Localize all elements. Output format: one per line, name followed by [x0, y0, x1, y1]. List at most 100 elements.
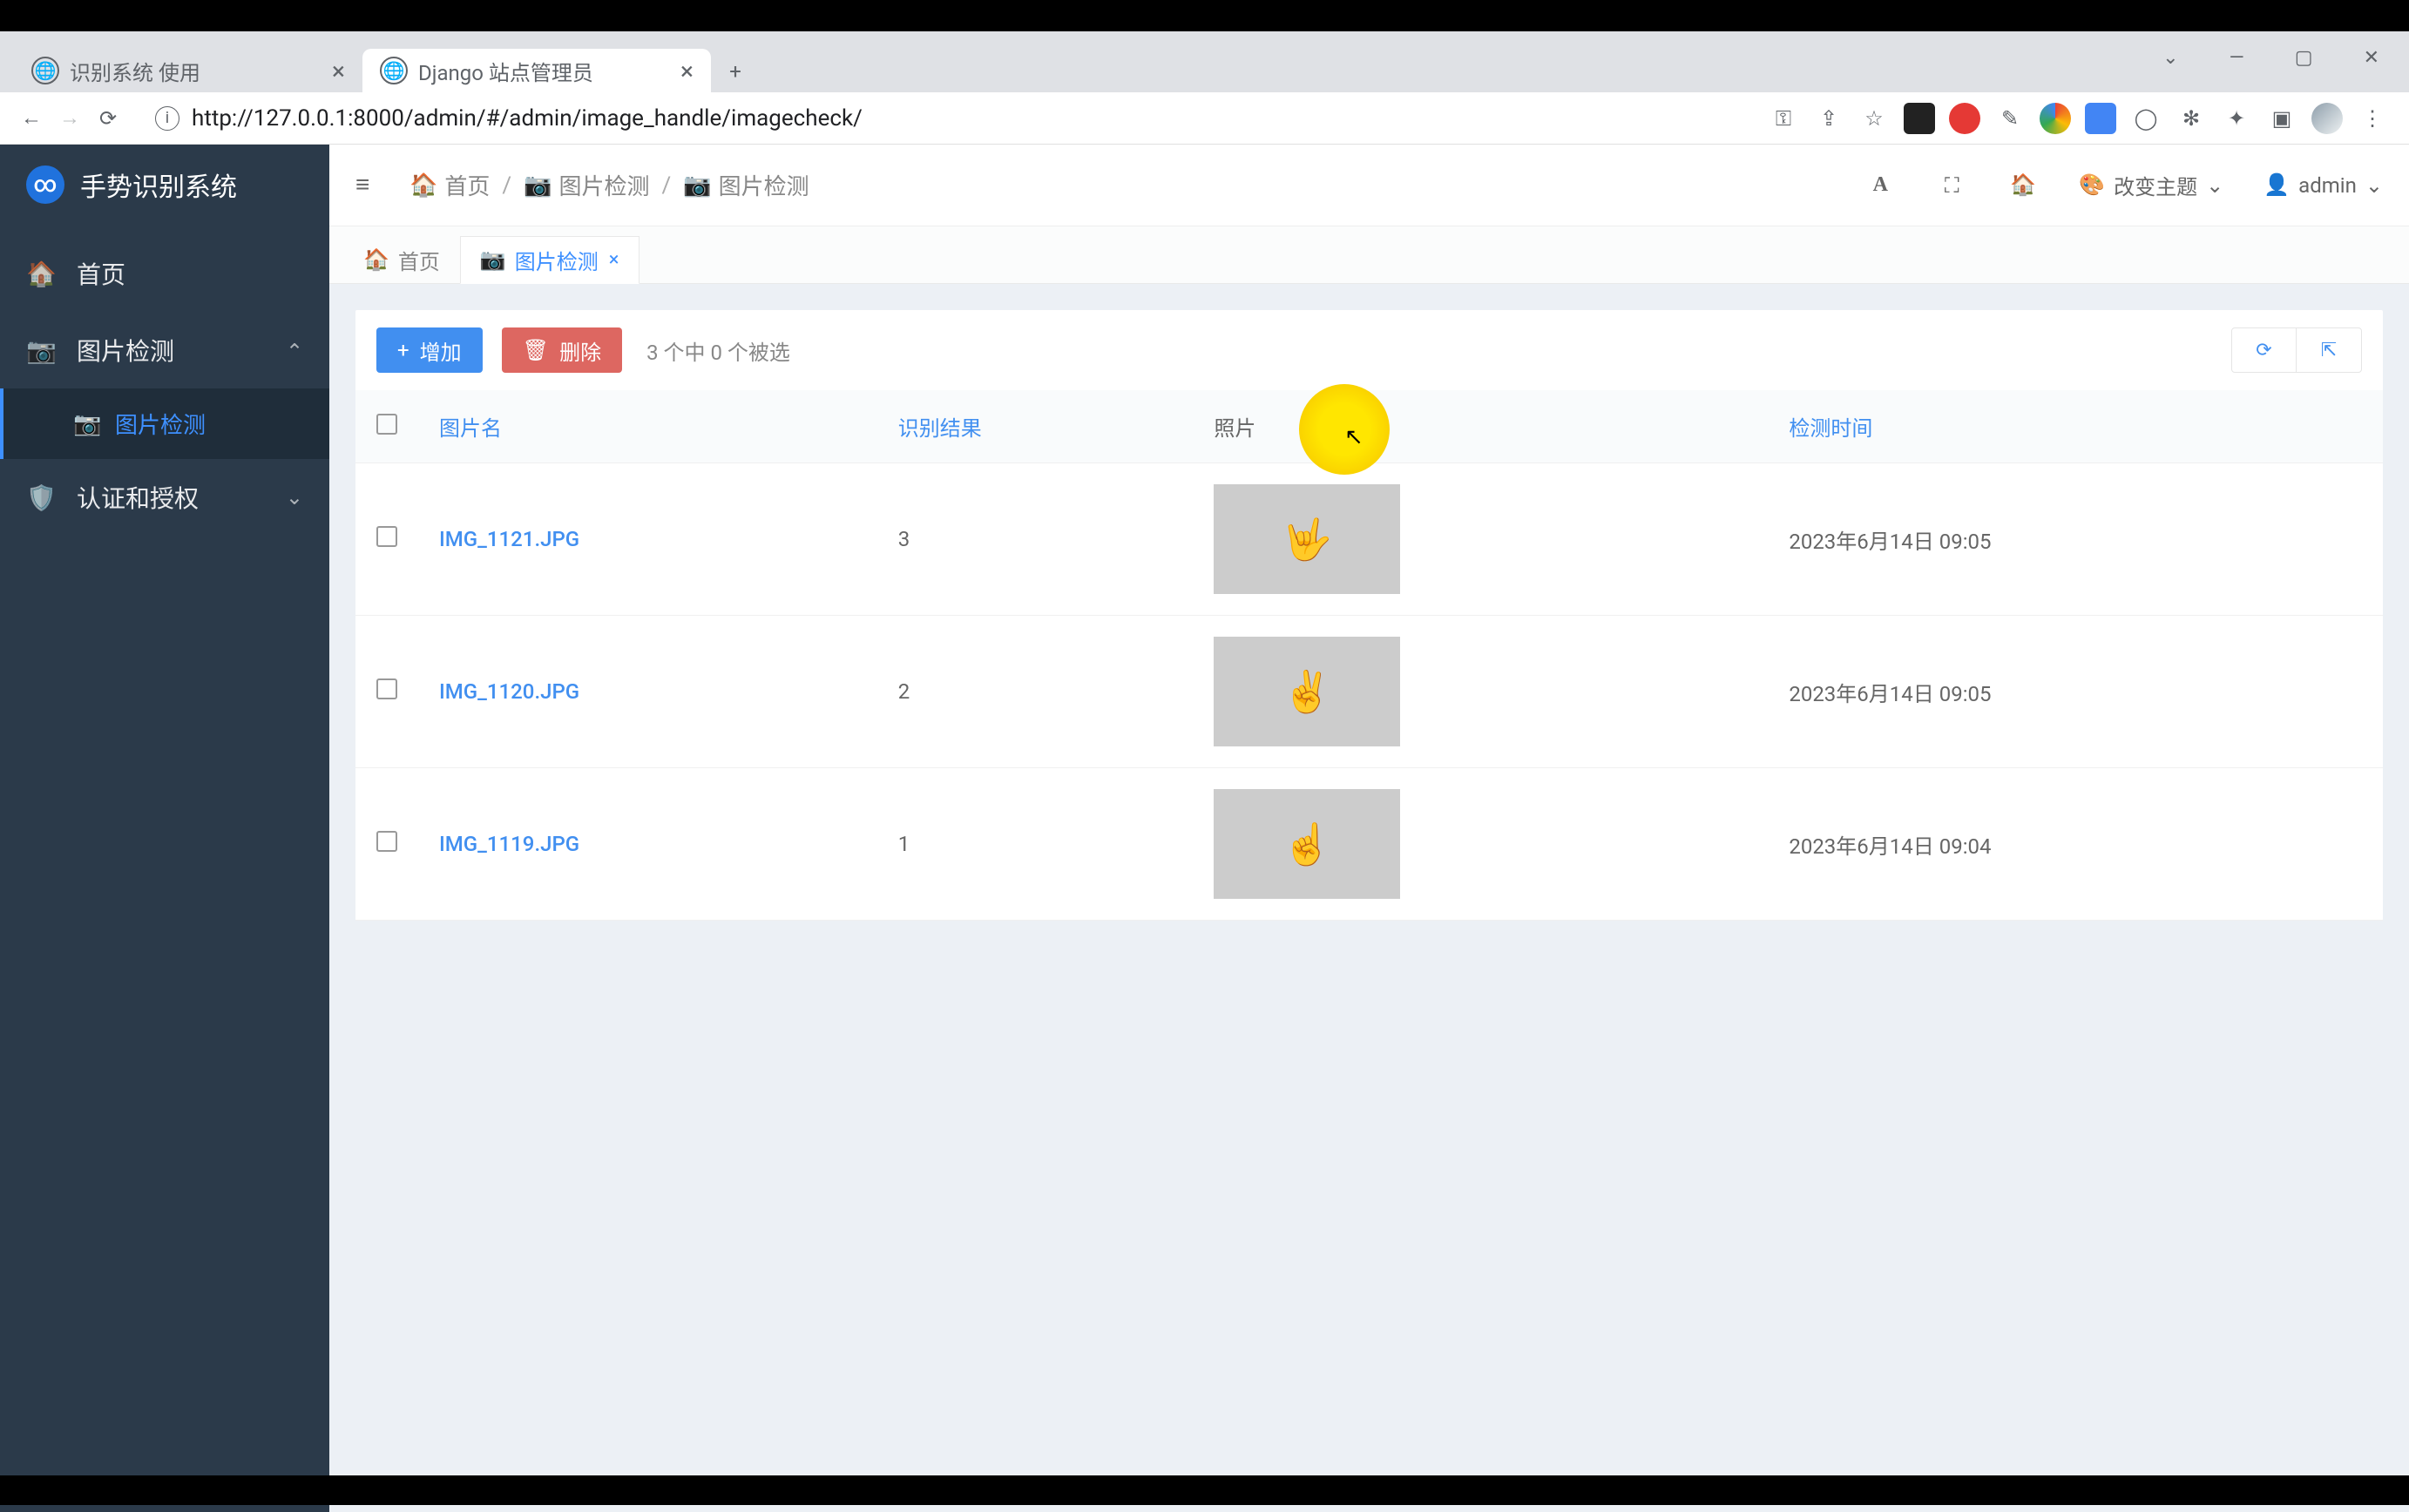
row-time: 2023年6月14日 09:05: [1768, 463, 2383, 616]
home-icon: 🏠: [363, 247, 389, 273]
page-tab-image-detect[interactable]: 📷 图片检测 ×: [460, 236, 639, 284]
extension-icon[interactable]: [1949, 103, 1980, 134]
user-icon: 👤: [2264, 172, 2290, 198]
app-logo[interactable]: 手势识别系统: [0, 145, 329, 225]
palette-icon: 🎨: [2079, 172, 2105, 198]
browser-tab-title: Django 站点管理员: [418, 56, 593, 86]
translate-icon[interactable]: [2085, 103, 2116, 134]
row-thumbnail[interactable]: 🤟: [1214, 484, 1400, 594]
select-all-checkbox[interactable]: [376, 414, 397, 435]
row-result: 1: [877, 768, 1194, 921]
app-name: 手势识别系统: [80, 165, 237, 204]
extension-icon[interactable]: ✻: [2176, 103, 2207, 134]
row-name-link[interactable]: IMG_1121.JPG: [439, 527, 579, 551]
user-menu[interactable]: 👤 admin ⌄: [2264, 172, 2383, 198]
delete-button[interactable]: 🗑 删除: [502, 327, 622, 373]
side-panel-icon[interactable]: ▣: [2266, 103, 2297, 134]
selection-info: 3 个中 0 个被选: [646, 335, 790, 366]
chevron-down-icon: ⌄: [2206, 173, 2223, 198]
close-icon[interactable]: ×: [680, 57, 694, 85]
chrome-menu-icon[interactable]: ⋮: [2357, 103, 2388, 134]
extension-icon[interactable]: [2040, 103, 2071, 134]
url-input[interactable]: i http://127.0.0.1:8000/admin/#/admin/im…: [139, 105, 1756, 132]
reload-button[interactable]: ⟳: [89, 99, 127, 138]
close-icon[interactable]: ×: [332, 57, 345, 85]
home-icon: 🏠: [26, 260, 59, 288]
sidebar-item-auth[interactable]: 🛡️ 认证和授权: [0, 459, 329, 536]
row-result: 3: [877, 463, 1194, 616]
theme-button[interactable]: 🎨 改变主题 ⌄: [2079, 170, 2223, 200]
sidebar-subitem-image-detect[interactable]: 📷 图片检测: [0, 388, 329, 459]
export-button[interactable]: ⇱: [2297, 328, 2361, 372]
breadcrumb: 🏠 首页 / 📷 图片检测 / 📷 图片检测: [409, 169, 809, 201]
breadcrumb-item-current: 📷 图片检测: [683, 169, 809, 201]
new-tab-button[interactable]: +: [720, 56, 751, 87]
page-tab-label: 首页: [398, 245, 440, 275]
row-name-link[interactable]: IMG_1119.JPG: [439, 832, 579, 856]
add-button[interactable]: + 增加: [376, 327, 483, 373]
column-header-result[interactable]: 识别结果: [877, 390, 1194, 463]
browser-tab-title: 识别系统 使用: [70, 56, 200, 86]
extension-icon[interactable]: ✎: [1994, 103, 2026, 134]
close-icon[interactable]: ×: [609, 249, 619, 271]
refresh-button[interactable]: ⟳: [2232, 328, 2297, 372]
forward-button[interactable]: →: [51, 99, 89, 138]
back-button[interactable]: ←: [12, 99, 51, 138]
site-info-icon[interactable]: i: [155, 106, 179, 131]
column-header-name[interactable]: 图片名: [418, 390, 877, 463]
menu-toggle-icon[interactable]: ≡: [355, 170, 387, 201]
sidebar-item-label: 认证和授权: [77, 480, 199, 515]
column-header-time[interactable]: 检测时间: [1768, 390, 2383, 463]
breadcrumb-item-home[interactable]: 🏠 首页: [409, 169, 490, 201]
url-bar: ← → ⟳ i http://127.0.0.1:8000/admin/#/ad…: [0, 92, 2409, 145]
extension-icon[interactable]: [1904, 103, 1935, 134]
camera-icon: 📷: [524, 172, 551, 199]
profile-avatar[interactable]: [2311, 103, 2343, 134]
font-size-icon[interactable]: A: [1864, 170, 1896, 201]
table-row: IMG_1120.JPG 2✌️ 2023年6月14日 09:05: [355, 616, 2383, 768]
column-header-photo: 照片: [1193, 390, 1768, 463]
table-row: IMG_1121.JPG 3🤟 2023年6月14日 09:05: [355, 463, 2383, 616]
extension-icon[interactable]: ◯: [2130, 103, 2162, 134]
row-thumbnail[interactable]: ☝️: [1214, 789, 1400, 899]
bookmark-icon[interactable]: ☆: [1858, 103, 1890, 134]
row-checkbox[interactable]: [376, 831, 397, 852]
password-icon[interactable]: ⚿: [1768, 103, 1799, 134]
fullscreen-icon[interactable]: ⛶: [1936, 170, 1967, 201]
row-thumbnail[interactable]: ✌️: [1214, 637, 1400, 746]
close-window-icon[interactable]: ✕: [2351, 42, 2392, 74]
row-name-link[interactable]: IMG_1120.JPG: [439, 679, 579, 704]
delete-button-label: 删除: [559, 335, 601, 366]
card-toolbar: + 增加 🗑 删除 3 个中 0 个被选 ⟳ ⇱: [355, 310, 2383, 390]
home-icon: 🏠: [409, 172, 437, 199]
table-row: IMG_1119.JPG1☝️2023年6月14日 09:04: [355, 768, 2383, 921]
page-tab-home[interactable]: 🏠 首页: [343, 235, 460, 283]
sidebar-item-home[interactable]: 🏠 首页: [0, 235, 329, 312]
sidebar-item-image-detect[interactable]: 📷 图片检测: [0, 312, 329, 388]
browser-tab-1[interactable]: 🌐 Django 站点管理员 ×: [362, 49, 711, 92]
extensions-menu-icon[interactable]: ✦: [2221, 103, 2252, 134]
user-label: admin: [2298, 173, 2357, 198]
maximize-icon[interactable]: ▢: [2283, 42, 2325, 74]
minimize-icon[interactable]: —: [2217, 42, 2257, 74]
breadcrumb-item-image-detect[interactable]: 📷 图片检测: [524, 169, 649, 201]
browser-tab-0[interactable]: 🌐 识别系统 使用 ×: [14, 49, 362, 92]
logo-icon: [26, 165, 64, 204]
separator: /: [662, 172, 672, 199]
row-result: 2: [877, 616, 1194, 768]
theme-label: 改变主题: [2114, 170, 2197, 200]
row-checkbox[interactable]: [376, 526, 397, 547]
home-icon[interactable]: 🏠: [2007, 170, 2039, 201]
camera-icon: 📷: [480, 247, 506, 273]
sidebar-item-label: 图片检测: [77, 333, 174, 368]
tab-dropdown-icon[interactable]: ⌄: [2150, 42, 2190, 74]
topbar: ≡ 🏠 首页 / 📷 图片检测 / 📷: [329, 145, 2409, 226]
share-icon[interactable]: ⇪: [1813, 103, 1844, 134]
cursor-highlight: [1299, 384, 1390, 475]
sidebar-item-label: 首页: [77, 256, 125, 291]
row-time: 2023年6月14日 09:05: [1768, 616, 2383, 768]
sidebar-subitem-label: 图片检测: [115, 408, 206, 440]
data-table: 图片名 识别结果 照片 检测时间 IMG_1121.JPG 3🤟 2023年6月14…: [355, 390, 2383, 921]
plus-icon: +: [397, 338, 409, 362]
row-checkbox[interactable]: [376, 678, 397, 699]
